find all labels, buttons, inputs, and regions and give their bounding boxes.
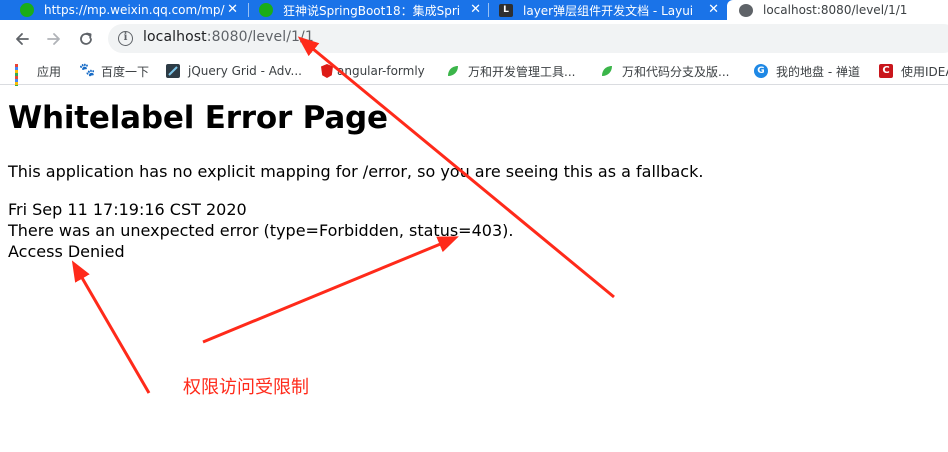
page-title: Whitelabel Error Page [8, 100, 388, 136]
reload-button[interactable] [73, 26, 99, 52]
error-message: Access Denied [8, 242, 125, 261]
tab-layer[interactable]: L layer弹层组件开发文档 - Layui ✕ [489, 0, 725, 20]
tab-title: localhost:8080/level/1/1 [763, 3, 908, 17]
url-path: :8080/level/1/1 [206, 29, 314, 45]
bookmark-label: 万和开发管理工具... [468, 64, 576, 79]
address-bar[interactable]: i localhost:8080/level/1/1 [108, 24, 948, 53]
tab-weixin[interactable]: https://mp.weixin.qq.com/mp/ ✕ [0, 0, 244, 20]
bookmark-angular-formly[interactable]: angular-formly [321, 62, 425, 80]
baidu-paw-icon: 🐾 [79, 63, 96, 78]
tab-localhost[interactable]: localhost:8080/level/1/1 [727, 0, 948, 20]
bookmark-label: 我的地盘 - 禅道 [776, 64, 860, 79]
close-tab-icon[interactable]: ✕ [470, 2, 481, 18]
bookmark-jqgrid[interactable]: jQuery Grid - Adv... [166, 62, 302, 80]
forward-arrow-icon [47, 33, 60, 45]
tab-springboot[interactable]: 狂神说SpringBoot18：集成Spri ✕ [249, 0, 487, 20]
bookmark-label: jQuery Grid - Adv... [188, 64, 302, 78]
fallback-message: This application has no explicit mapping… [8, 162, 704, 181]
error-timestamp: Fri Sep 11 17:19:16 CST 2020 [8, 200, 247, 219]
forward-button[interactable] [41, 26, 67, 52]
bookmark-csdn[interactable]: C 使用IDEA [879, 62, 948, 80]
bookmarks-bar: 应用 🐾 百度一下 jQuery Grid - Adv... angular-f… [0, 57, 948, 91]
layui-favicon: L [499, 3, 513, 17]
close-tab-icon[interactable]: ✕ [227, 2, 238, 18]
angular-icon [321, 64, 333, 78]
wechat-favicon [20, 3, 34, 17]
bookmark-label: 万和代码分支及版... [622, 64, 730, 79]
apps-grid-icon [15, 64, 29, 91]
bookmark-label: angular-formly [337, 64, 425, 78]
bookmark-zentao[interactable]: G 我的地盘 - 禅道 [754, 62, 860, 80]
info-icon[interactable]: i [118, 31, 133, 46]
bookmark-label: 百度一下 [101, 64, 150, 79]
back-arrow-icon [16, 33, 29, 45]
annotation-note: 权限访问受限制 [183, 377, 309, 398]
bookmark-baidu[interactable]: 🐾 百度一下 [79, 62, 149, 80]
close-tab-icon[interactable]: ✕ [708, 2, 719, 18]
bookmark-apps[interactable]: 应用 [15, 62, 62, 91]
error-status: There was an unexpected error (type=Forb… [8, 221, 514, 240]
globe-favicon [739, 3, 753, 17]
bookmark-wanhe-tools[interactable]: 万和开发管理工具... [446, 62, 575, 80]
csdn-icon: C [879, 64, 893, 78]
url-text[interactable]: localhost:8080/level/1/1 [143, 29, 314, 45]
bookmark-wanhe-code[interactable]: 万和代码分支及版... [600, 62, 729, 80]
leaf-icon [600, 64, 614, 78]
error-details: Fri Sep 11 17:19:16 CST 2020 There was a… [8, 199, 513, 262]
url-host: localhost [143, 29, 207, 45]
tab-title: https://mp.weixin.qq.com/mp/ [44, 3, 225, 17]
tab-title: 狂神说SpringBoot18：集成Spri [283, 3, 461, 18]
bookmark-label: 应用 [37, 64, 62, 79]
browser-toolbar: i localhost:8080/level/1/1 [0, 20, 948, 57]
back-button[interactable] [9, 26, 35, 52]
wechat-favicon [259, 3, 273, 17]
jqgrid-icon [166, 64, 180, 78]
page-content: Whitelabel Error Page This application h… [0, 86, 948, 452]
zentao-icon: G [754, 64, 768, 78]
tab-strip: https://mp.weixin.qq.com/mp/ ✕ 狂神说Spring… [0, 0, 948, 20]
tab-title: layer弹层组件开发文档 - Layui [523, 3, 694, 18]
bookmark-label: 使用IDEA [901, 64, 948, 79]
reload-icon [80, 32, 92, 45]
leaf-icon [446, 64, 460, 78]
